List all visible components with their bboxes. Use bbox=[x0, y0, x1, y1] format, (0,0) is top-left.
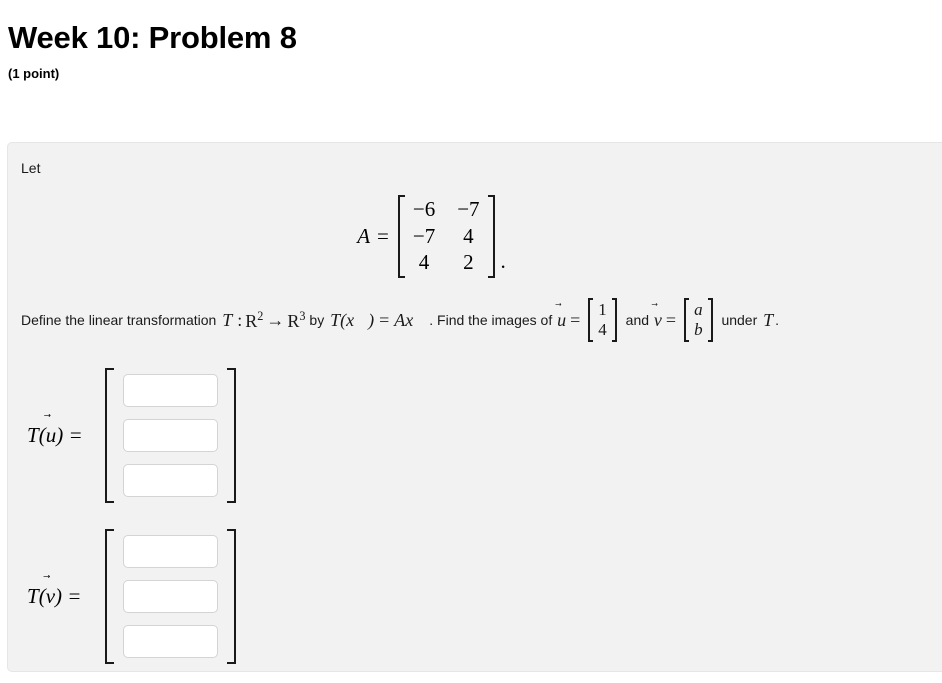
vector-u-letter: u bbox=[557, 309, 567, 330]
vector-entry: 1 bbox=[598, 299, 607, 319]
answer-input-Tv-row1[interactable] bbox=[123, 534, 218, 568]
maps-to-arrow-icon: → bbox=[266, 309, 285, 330]
statement-equals: = bbox=[379, 309, 390, 330]
statement-under-text: under bbox=[717, 311, 762, 328]
statement-text-part2: . Find the images of bbox=[429, 311, 557, 328]
point-value-label: (1 point) bbox=[8, 65, 60, 81]
matrix-definition: A = −6 −7 −7 4 4 2 . bbox=[21, 195, 942, 278]
answer-label-fn: T bbox=[27, 583, 39, 608]
statement-by-text: by bbox=[305, 311, 329, 328]
answer-label-fn: T bbox=[27, 422, 39, 447]
answer-label-Tv: T(⃗v) = bbox=[27, 583, 82, 609]
matrix-A: −6 −7 −7 4 4 2 bbox=[397, 195, 495, 278]
answer-input-Tv-row2[interactable] bbox=[123, 579, 218, 613]
domain-letter: R bbox=[245, 310, 258, 331]
answer-label-var: u bbox=[45, 422, 57, 447]
answer-label-Tu: T(⃗u) = bbox=[27, 422, 83, 448]
page-header: Week 10: Problem 8 (1 point) bbox=[0, 0, 942, 81]
answer-label-var: v bbox=[45, 583, 56, 608]
answer-input-Tu-row1[interactable] bbox=[123, 373, 218, 407]
codomain-letter: R bbox=[287, 310, 300, 331]
matrix-cell: 4 bbox=[418, 250, 430, 275]
answer-block-Tu: T(⃗u) = bbox=[21, 367, 942, 503]
answer-input-Tu-row2[interactable] bbox=[123, 418, 218, 452]
codomain-space: R3 bbox=[287, 310, 305, 330]
domain-space: R2 bbox=[245, 310, 263, 330]
answer-block-Tv: T(⃗v) = bbox=[21, 528, 942, 664]
answer-label-vector: ⃗v bbox=[46, 584, 55, 609]
right-bracket-icon bbox=[487, 195, 495, 278]
left-bracket-icon bbox=[105, 367, 114, 503]
equals-sign: = bbox=[377, 223, 389, 248]
right-bracket-icon bbox=[227, 528, 236, 664]
answer-matrix-Tu bbox=[105, 367, 236, 503]
problem-statement: Define the linear transformation T : R2 … bbox=[21, 297, 942, 342]
vector-v-entries: a b bbox=[689, 298, 708, 342]
trailing-period: . bbox=[500, 248, 506, 273]
left-bracket-icon bbox=[105, 528, 114, 664]
left-bracket-icon bbox=[397, 195, 405, 278]
matrix-name-A: A bbox=[357, 223, 371, 248]
problem-panel: Let A = −6 −7 −7 4 4 2 . Define the line… bbox=[7, 142, 942, 672]
page-title: Week 10: Problem 8 bbox=[8, 20, 297, 55]
answer-label-equals: = bbox=[68, 422, 83, 447]
vector-v-letter: v bbox=[653, 309, 662, 330]
T-of-x: T(x⃗) bbox=[330, 309, 375, 330]
vector-v-value: a b bbox=[684, 297, 713, 342]
answer-input-Tu-row3[interactable] bbox=[123, 463, 218, 497]
v-equals-sign: = bbox=[665, 309, 677, 330]
answer-matrix-Tv bbox=[105, 528, 236, 664]
answer-fields-Tv bbox=[114, 529, 227, 664]
vector-v-symbol: ⃗v bbox=[653, 311, 663, 329]
colon-symbol: : bbox=[237, 309, 243, 330]
vector-u-entries: 1 4 bbox=[593, 298, 612, 342]
A-times-x: Ax⃗ bbox=[394, 309, 428, 330]
transformation-symbol-T: T bbox=[222, 309, 233, 330]
vector-u-value: 1 4 bbox=[588, 297, 617, 342]
right-bracket-icon bbox=[227, 367, 236, 503]
vector-entry: 4 bbox=[598, 319, 607, 339]
answer-fields-Tu bbox=[114, 368, 227, 503]
matrix-cell: −7 bbox=[412, 223, 436, 248]
statement-text-part1: Define the linear transformation bbox=[21, 311, 221, 328]
vector-entry: b bbox=[694, 319, 703, 339]
answer-label-vector: ⃗u bbox=[46, 423, 57, 448]
under-transformation-T: T bbox=[763, 309, 774, 330]
statement-and-text: and bbox=[621, 311, 653, 328]
matrix-cell: −7 bbox=[457, 197, 480, 222]
let-label: Let bbox=[21, 160, 41, 176]
answer-label-equals: = bbox=[67, 583, 82, 608]
vector-u-symbol: ⃗u bbox=[556, 311, 567, 329]
matrix-cell: 4 bbox=[463, 223, 474, 248]
vector-entry: a bbox=[694, 299, 703, 319]
u-equals-sign: = bbox=[570, 309, 581, 330]
matrix-A-cells: −6 −7 −7 4 4 2 bbox=[405, 195, 488, 278]
answer-input-Tv-row3[interactable] bbox=[123, 624, 218, 658]
matrix-cell: −6 bbox=[412, 197, 436, 222]
statement-end-period: . bbox=[775, 311, 780, 328]
right-bracket-icon bbox=[707, 297, 713, 342]
matrix-cell: 2 bbox=[463, 250, 474, 275]
right-bracket-icon bbox=[611, 297, 617, 342]
